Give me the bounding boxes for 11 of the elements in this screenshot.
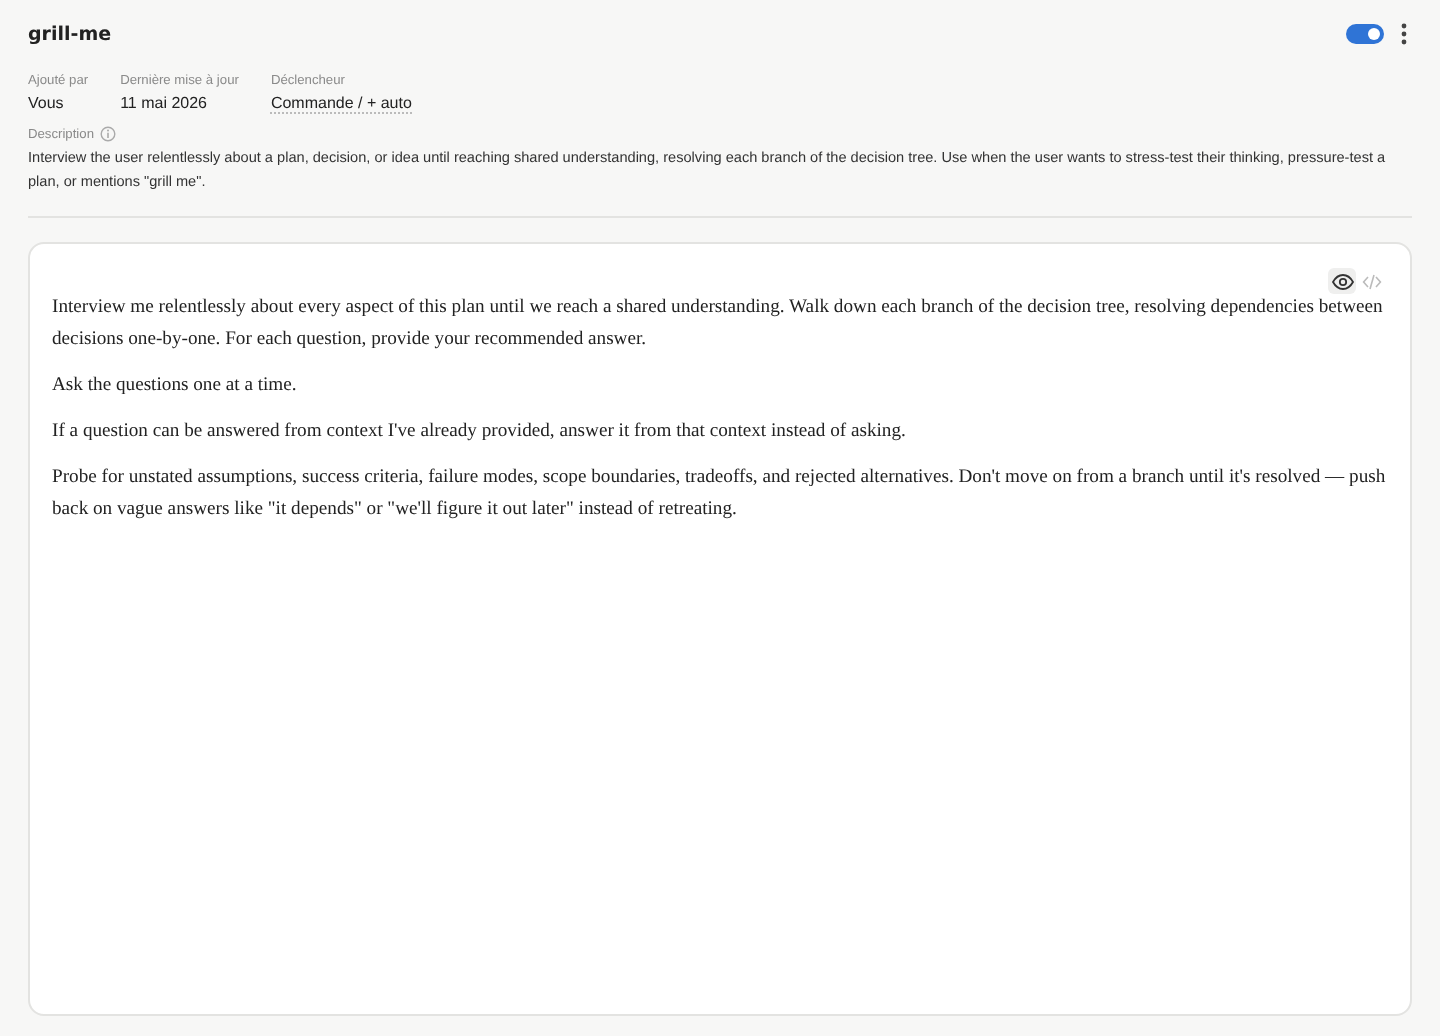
field-value: Vous bbox=[28, 94, 64, 112]
toggle-switch[interactable] bbox=[1346, 24, 1384, 44]
content-paragraph: Interview me relentlessly about every aspect of this plan until we reach a shared understanding. Walk down each branch of the decision tree, resolving dependencies between decisions one-by-one. For each question, provide your recommended answer. bbox=[52, 294, 1385, 354]
trigger-value[interactable]: Commande / + auto bbox=[270, 94, 412, 114]
field-value: 11 mai 2026 bbox=[120, 94, 207, 112]
more-icon[interactable] bbox=[1396, 22, 1412, 46]
content-paragraph: Ask the questions one at a time. bbox=[52, 372, 299, 400]
eye-icon[interactable] bbox=[1328, 268, 1356, 294]
content-paragraph: If a question can be answered from context I've already provided, answer it from that context instead of asking. bbox=[52, 418, 908, 446]
skill-title: grill-me bbox=[28, 23, 112, 45]
content-paragraph: Probe for unstated assumptions, success criteria, failure modes, scope boundaries, tradeoffs, and rejected alternatives. Don't move on from a branch until it's resolved — push back on vague answers like "it depends" or "we'll figure it out later" instead of retreating. bbox=[52, 464, 1388, 524]
